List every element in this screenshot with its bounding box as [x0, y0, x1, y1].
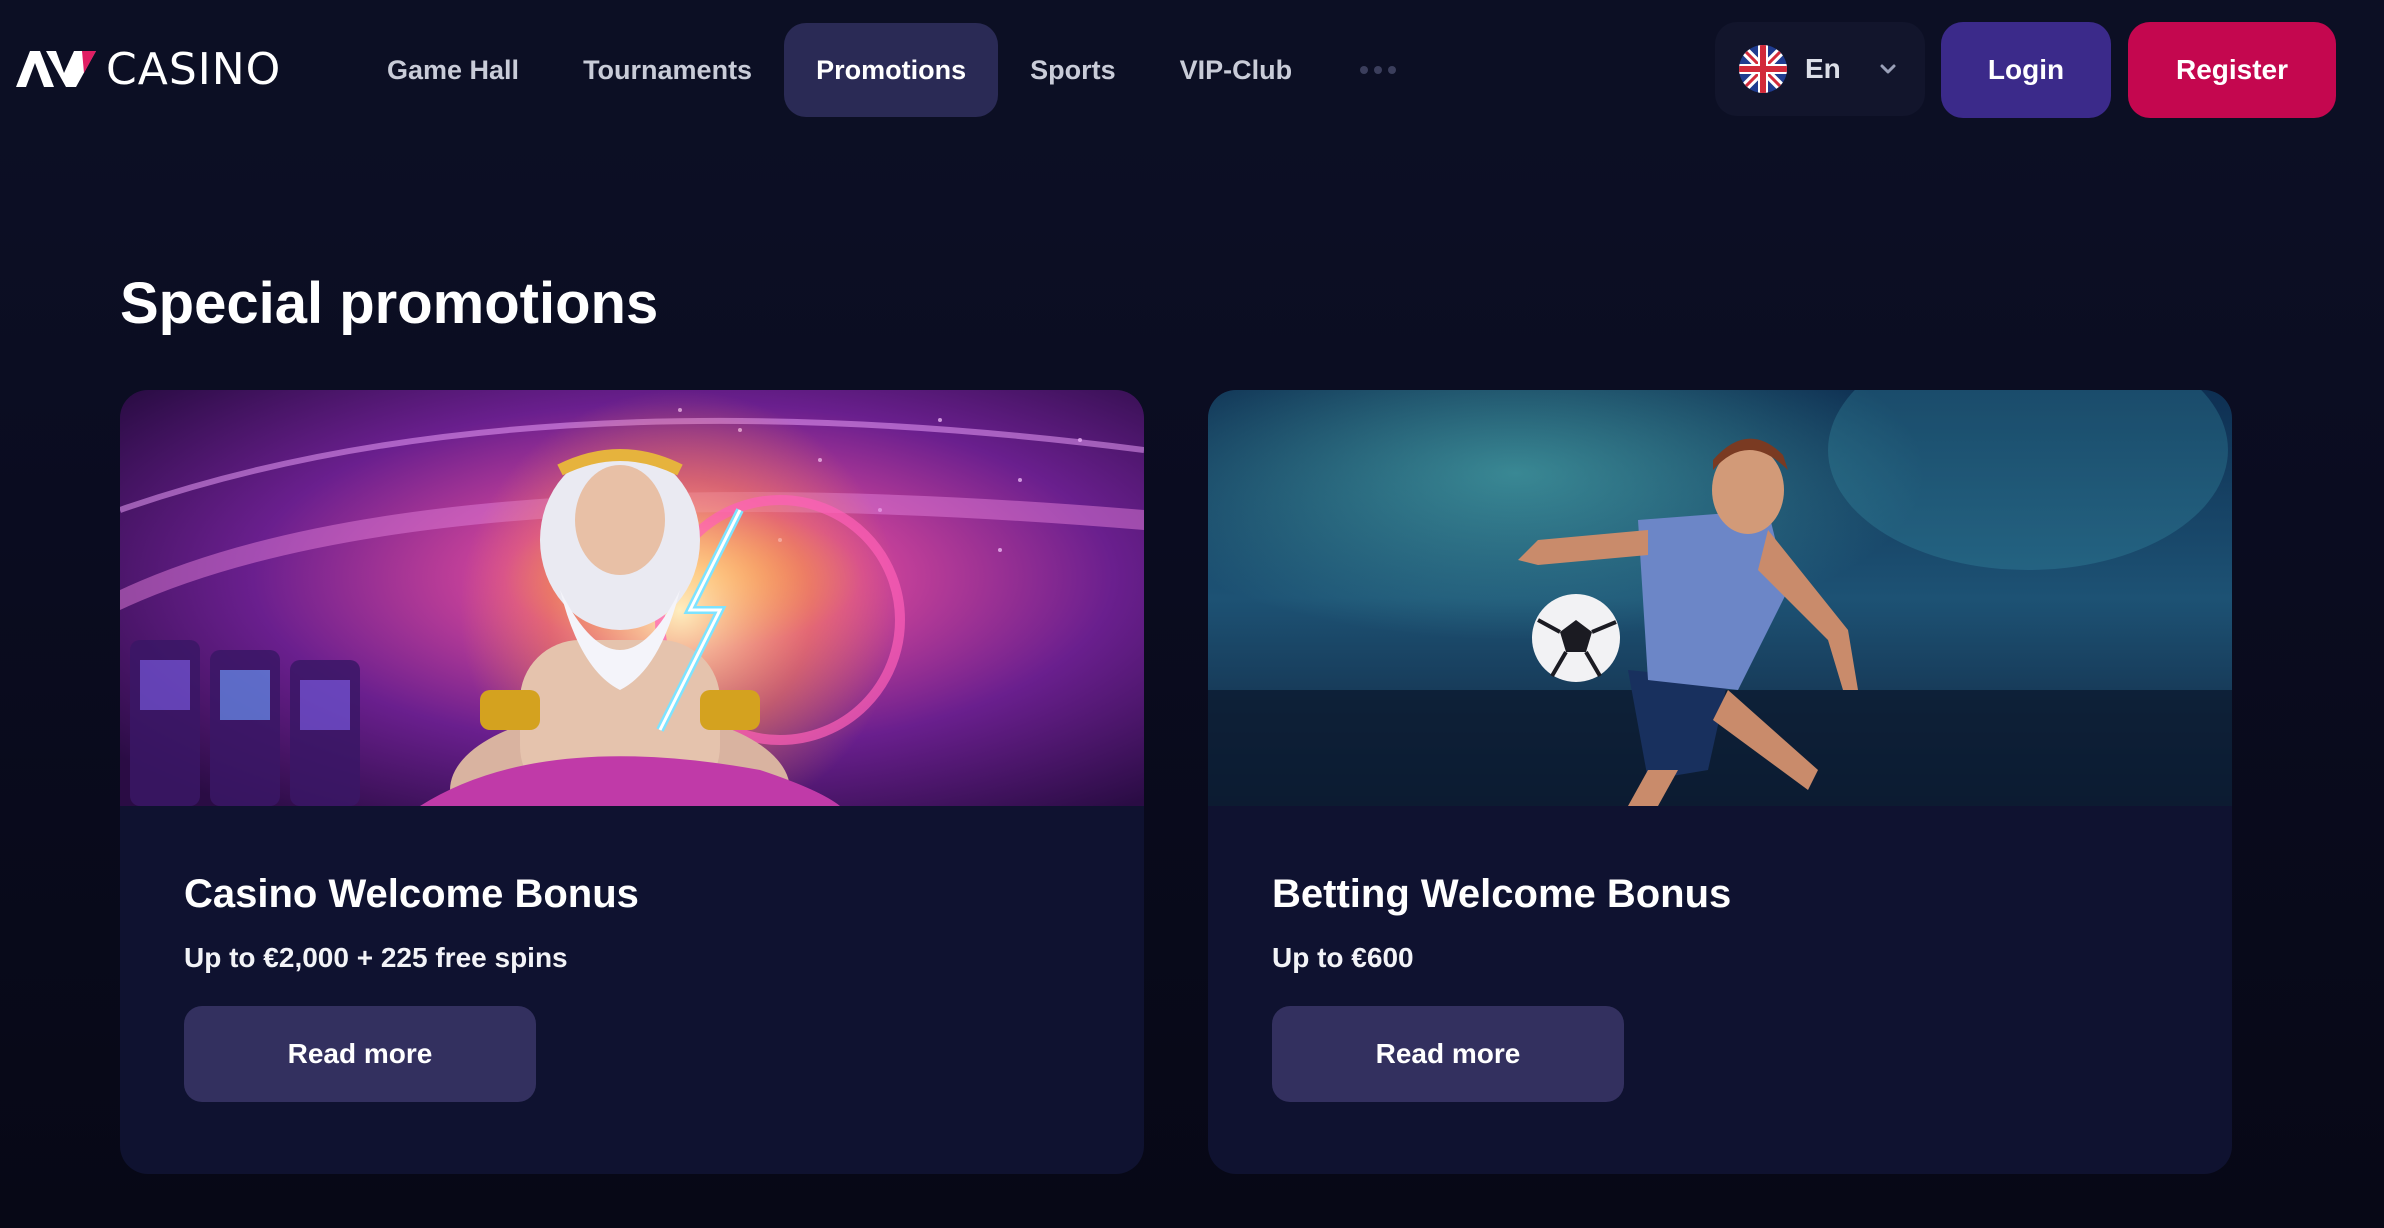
language-label: En [1805, 53, 1841, 84]
login-button[interactable]: Login [1941, 22, 2111, 118]
language-selector[interactable]: En [1715, 22, 1925, 116]
card-subtitle: Up to €2,000 + 225 free spins [184, 942, 568, 973]
nav-tournaments[interactable]: Tournaments [551, 23, 784, 117]
logo-text: CASINO [106, 43, 282, 95]
card-subtitle: Up to €600 [1272, 942, 1414, 973]
card-title: Casino Welcome Bonus [184, 872, 639, 916]
logo-mark-icon [16, 51, 96, 87]
promo-card-betting: Betting Welcome Bonus Up to €600 Read mo… [1208, 390, 2232, 1174]
uk-flag-icon [1739, 45, 1787, 93]
nav-vip-club[interactable]: VIP-Club [1148, 23, 1325, 117]
more-menu-icon[interactable] [1324, 23, 1432, 117]
betting-promo-image [1208, 390, 2232, 806]
promo-card-casino: Casino Welcome Bonus Up to €2,000 + 225 … [120, 390, 1144, 1174]
read-more-button[interactable]: Read more [1272, 1006, 1624, 1102]
casino-promo-image [120, 390, 1144, 806]
read-more-button[interactable]: Read more [184, 1006, 536, 1102]
register-button[interactable]: Register [2128, 22, 2336, 118]
main-nav: Game Hall Tournaments Promotions Sports … [355, 22, 1432, 118]
card-title: Betting Welcome Bonus [1272, 872, 1732, 916]
nav-game-hall[interactable]: Game Hall [355, 23, 551, 117]
top-header: CASINO Game Hall Tournaments Promotions … [0, 0, 2384, 140]
casino-logo[interactable]: CASINO [16, 43, 282, 95]
nav-promotions[interactable]: Promotions [784, 23, 999, 117]
nav-sports[interactable]: Sports [998, 23, 1148, 117]
chevron-down-icon [1880, 64, 1896, 74]
page-title: Special promotions [120, 271, 659, 336]
